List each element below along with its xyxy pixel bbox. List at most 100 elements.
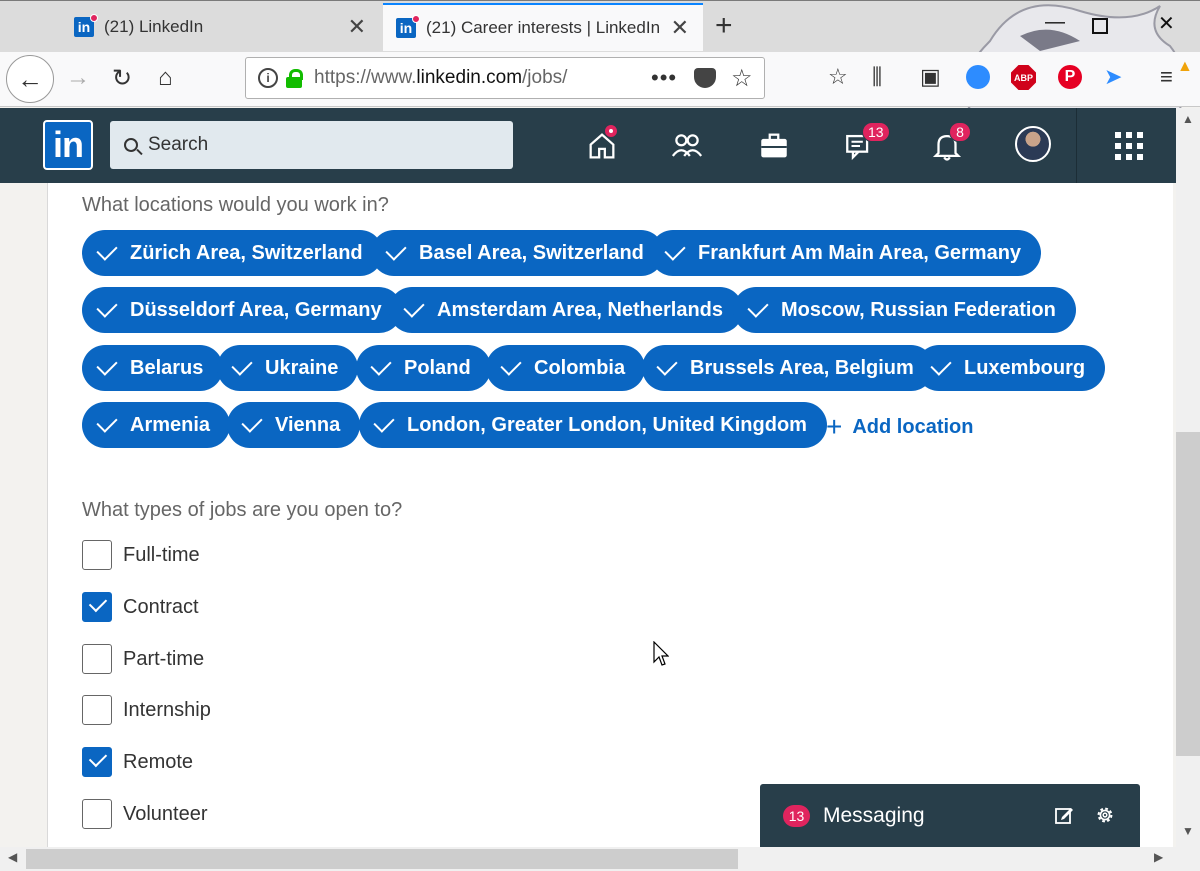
location-pill[interactable]: Luxembourg bbox=[916, 345, 1106, 391]
location-pill[interactable]: Ukraine bbox=[217, 345, 359, 391]
location-pill[interactable]: Colombia bbox=[486, 345, 646, 391]
search-input[interactable] bbox=[148, 134, 508, 156]
url-text[interactable]: https://www.linkedin.com/jobs/ bbox=[314, 67, 594, 89]
plus-icon: + bbox=[826, 411, 843, 442]
vertical-scroll-thumb[interactable] bbox=[1176, 432, 1200, 756]
location-pill[interactable]: Düsseldorf Area, Germany bbox=[82, 287, 402, 333]
add-location-button[interactable]: + Add location bbox=[826, 413, 973, 441]
page-actions-icon[interactable]: ••• bbox=[651, 65, 677, 91]
forward-icon[interactable]: → bbox=[66, 64, 90, 92]
linkedin-favicon: in bbox=[74, 14, 98, 37]
library-icon[interactable]: ⫼ bbox=[872, 64, 882, 90]
messages-count-badge: 13 bbox=[862, 122, 890, 142]
locations-question: What locations would you work in? bbox=[82, 194, 389, 216]
messaging-title: Messaging bbox=[823, 803, 925, 827]
linkedin-favicon: in bbox=[396, 15, 420, 38]
scroll-down-icon[interactable]: ▼ bbox=[1182, 824, 1194, 838]
nav-notifications[interactable]: 8 bbox=[927, 122, 971, 166]
location-pill[interactable]: Vienna bbox=[227, 402, 361, 448]
pinterest-icon[interactable]: P bbox=[1058, 65, 1082, 89]
close-tab-icon[interactable]: ✕ bbox=[671, 15, 689, 41]
new-tab-icon[interactable]: + bbox=[715, 9, 733, 43]
site-info-icon[interactable]: i bbox=[258, 68, 278, 88]
location-pill[interactable]: Basel Area, Switzerland bbox=[371, 230, 664, 276]
location-pill[interactable]: Zürich Area, Switzerland bbox=[82, 230, 383, 276]
gear-icon[interactable] bbox=[1094, 804, 1116, 826]
location-pill[interactable]: Belarus bbox=[82, 345, 224, 391]
bookmark-star-icon[interactable]: ☆ bbox=[731, 64, 753, 93]
horizontal-scroll-thumb[interactable] bbox=[26, 849, 738, 869]
home-notification-dot bbox=[604, 124, 618, 138]
location-pill[interactable]: Frankfurt Am Main Area, Germany bbox=[650, 230, 1042, 276]
nav-home[interactable] bbox=[582, 124, 622, 166]
nav-my-network[interactable] bbox=[667, 126, 707, 166]
location-pill[interactable]: Poland bbox=[356, 345, 491, 391]
avatar[interactable] bbox=[1015, 126, 1051, 162]
messaging-overlay[interactable]: 13 Messaging bbox=[760, 784, 1140, 847]
browser-tab-linkedin[interactable]: in (21) LinkedIn ✕ bbox=[62, 5, 380, 49]
job-type-option-internship[interactable]: Internship bbox=[82, 695, 211, 725]
browser-nav-bar: ← → ↻ ⌂ i https://www.linkedin.com/jobs/… bbox=[0, 52, 1200, 107]
location-pill[interactable]: Moscow, Russian Federation bbox=[733, 287, 1076, 333]
check-icon bbox=[373, 411, 395, 433]
check-icon bbox=[385, 239, 407, 261]
horizontal-scrollbar[interactable]: ◀ ▶ bbox=[0, 847, 1176, 871]
location-pill[interactable]: Amsterdam Area, Netherlands bbox=[389, 287, 744, 333]
scrollbar-corner bbox=[1176, 847, 1200, 871]
adblock-plus-icon[interactable]: ABP bbox=[1011, 65, 1036, 90]
location-pill[interactable]: Armenia bbox=[82, 402, 231, 448]
location-pill[interactable]: Brussels Area, Belgium bbox=[642, 345, 934, 391]
sidebar-icon[interactable]: ▣ bbox=[920, 64, 941, 90]
browser-tab-career-interests[interactable]: in (21) Career interests | LinkedIn ✕ bbox=[383, 3, 703, 51]
checkbox[interactable] bbox=[82, 747, 112, 777]
scroll-up-icon[interactable]: ▲ bbox=[1182, 112, 1194, 126]
nav-jobs[interactable] bbox=[754, 126, 794, 166]
vertical-scrollbar[interactable]: ▲ ▼ bbox=[1176, 108, 1200, 848]
back-icon[interactable]: ← bbox=[6, 55, 54, 103]
job-type-option-remote[interactable]: Remote bbox=[82, 747, 193, 777]
close-tab-icon[interactable]: ✕ bbox=[348, 14, 366, 40]
job-type-option-volunteer[interactable]: Volunteer bbox=[82, 799, 208, 829]
checkbox[interactable] bbox=[82, 799, 112, 829]
linkedin-global-nav: in 13 8 bbox=[0, 108, 1176, 183]
reading-list-icon[interactable]: ☆ bbox=[828, 64, 848, 90]
my-network-icon bbox=[671, 134, 703, 157]
tab-title: (21) LinkedIn bbox=[104, 17, 204, 36]
check-icon bbox=[500, 354, 522, 376]
checkbox[interactable] bbox=[82, 695, 112, 725]
job-type-option-part-time[interactable]: Part-time bbox=[82, 644, 204, 674]
maximize-icon[interactable] bbox=[1092, 18, 1108, 34]
linkedin-logo[interactable]: in bbox=[43, 120, 93, 170]
home-browser-icon[interactable]: ⌂ bbox=[158, 64, 173, 92]
tab-title: (21) Career interests | LinkedIn bbox=[426, 18, 661, 37]
cursor-extension-icon[interactable]: ➤ bbox=[1104, 64, 1122, 90]
location-pill[interactable]: London, Greater London, United Kingdom bbox=[359, 402, 827, 448]
close-window-icon[interactable]: ✕ bbox=[1158, 11, 1175, 36]
address-bar[interactable]: i https://www.linkedin.com/jobs/ ••• ☆ bbox=[245, 57, 765, 99]
scroll-left-icon[interactable]: ◀ bbox=[8, 850, 17, 864]
scroll-right-icon[interactable]: ▶ bbox=[1154, 850, 1163, 864]
reload-icon[interactable]: ↻ bbox=[112, 64, 132, 93]
minimize-icon[interactable]: — bbox=[1045, 11, 1065, 34]
zoom-extension-icon[interactable] bbox=[966, 65, 990, 89]
messaging-count-badge: 13 bbox=[783, 804, 810, 827]
work-grid-icon[interactable] bbox=[1115, 132, 1143, 160]
nav-messaging[interactable]: 13 bbox=[840, 122, 890, 166]
checkbox[interactable] bbox=[82, 644, 112, 674]
job-type-option-contract[interactable]: Contract bbox=[82, 592, 199, 622]
pocket-icon[interactable] bbox=[694, 68, 716, 88]
nav-divider bbox=[1076, 108, 1077, 183]
checkbox[interactable] bbox=[82, 592, 112, 622]
job-type-option-full-time[interactable]: Full-time bbox=[82, 540, 200, 570]
notifications-count-badge: 8 bbox=[949, 122, 971, 142]
check-icon bbox=[231, 354, 253, 376]
check-icon bbox=[96, 411, 118, 433]
career-interests-card: What locations would you work in? Zürich… bbox=[47, 183, 1173, 847]
check-icon bbox=[241, 411, 263, 433]
search-box[interactable] bbox=[110, 121, 513, 169]
menu-icon[interactable]: ≡ bbox=[1160, 64, 1173, 90]
job-types-question: What types of jobs are you open to? bbox=[82, 499, 403, 521]
checkbox[interactable] bbox=[82, 540, 112, 570]
warning-icon: ▲ bbox=[1177, 58, 1193, 75]
compose-message-icon[interactable] bbox=[1054, 805, 1074, 825]
